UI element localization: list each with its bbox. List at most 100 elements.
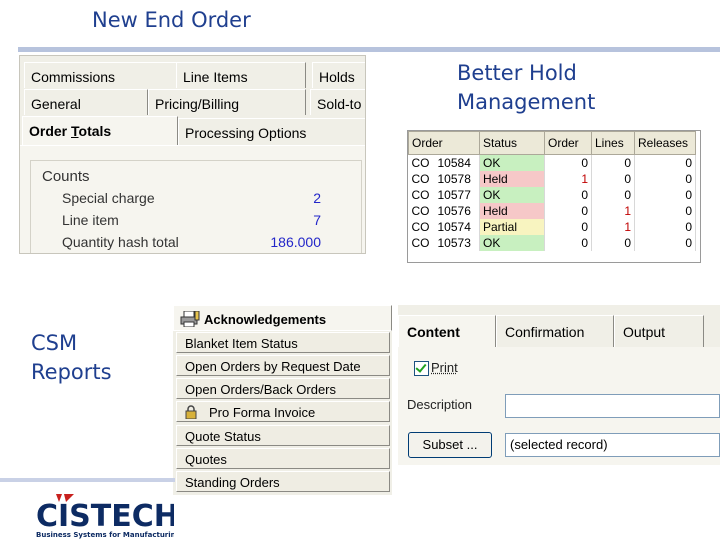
- order-number: 10584: [437, 156, 471, 170]
- hold-caption: Better Hold Management: [457, 59, 595, 117]
- report-item-quotes[interactable]: Quotes: [176, 448, 390, 469]
- report-item-blanket-item-status[interactable]: Blanket Item Status: [176, 332, 390, 353]
- count-value-special-charge: 2: [313, 190, 321, 206]
- printer-icon: [180, 310, 200, 330]
- hold-row[interactable]: CO 10584 OK 0 0 0: [408, 154, 696, 171]
- order-number-cell: CO 10573: [408, 235, 480, 251]
- lines-hold-cell: 1: [591, 203, 635, 219]
- status-cell: OK: [479, 235, 545, 251]
- hold-row[interactable]: CO 10576 Held 0 1 0: [408, 203, 696, 219]
- order-number-cell: CO 10584: [408, 154, 480, 171]
- hold-row[interactable]: CO 10574 Partial 0 1 0: [408, 219, 696, 235]
- lines-hold-cell: 1: [591, 219, 635, 235]
- logo-band: [0, 478, 175, 482]
- acknowledgements-header[interactable]: Acknowledgements: [173, 305, 392, 331]
- subset-field[interactable]: (selected record): [505, 433, 720, 457]
- status-cell: Held: [479, 171, 545, 187]
- hold-caption-line2: Management: [457, 90, 596, 114]
- tab-line-items[interactable]: Line Items: [176, 62, 306, 88]
- order-company-code: CO: [411, 204, 430, 218]
- order-hold-cell: 0: [544, 235, 592, 251]
- report-item-open-orders-request-date[interactable]: Open Orders by Request Date: [176, 355, 390, 376]
- tab-confirmation[interactable]: Confirmation: [496, 315, 614, 347]
- status-cell: OK: [479, 154, 545, 171]
- company-logo: CISTECH Business Systems for Manufacturi…: [36, 492, 174, 540]
- order-hold-cell: 0: [544, 154, 592, 171]
- order-company-code: CO: [411, 172, 430, 186]
- tab-general[interactable]: General: [24, 89, 148, 115]
- tab-holds[interactable]: Holds: [312, 62, 365, 88]
- count-label-line-item: Line item: [62, 212, 119, 228]
- description-label: Description: [407, 397, 473, 412]
- report-list-panel: Acknowledgements Blanket Item Status Ope…: [173, 305, 392, 495]
- order-number-cell: CO 10578: [408, 171, 480, 187]
- tab-commissions[interactable]: Commissions: [24, 62, 194, 88]
- status-cell: Partial: [479, 219, 545, 235]
- slide-title: New End Order: [92, 8, 251, 32]
- logo-wordmark: CISTECH: [36, 499, 174, 534]
- tab-content[interactable]: Content: [398, 315, 496, 347]
- order-company-code: CO: [411, 236, 430, 250]
- count-value-line-item: 7: [313, 212, 321, 228]
- order-company-code: CO: [411, 156, 430, 170]
- hold-row[interactable]: CO 10573 OK 0 0 0: [408, 235, 696, 251]
- counts-title: Counts: [42, 168, 90, 185]
- lines-hold-cell: 0: [591, 235, 635, 251]
- report-item-pro-forma-invoice[interactable]: Pro Forma Invoice: [176, 401, 390, 422]
- hold-row[interactable]: CO 10577 OK 0 0 0: [408, 187, 696, 203]
- report-options-panel: Content Confirmation Output Print Descri…: [398, 305, 720, 465]
- hold-grid: Order Status Order Lines Releases CO 1058…: [407, 130, 701, 263]
- order-company-code: CO: [411, 220, 430, 234]
- count-label-special-charge: Special charge: [62, 190, 155, 206]
- order-hold-cell: 1: [544, 171, 592, 187]
- releases-hold-cell: 0: [634, 171, 696, 187]
- tab-order-totals[interactable]: Order Totals: [22, 116, 178, 146]
- print-checkbox[interactable]: [414, 361, 429, 376]
- col-order[interactable]: Order: [408, 131, 480, 155]
- order-hold-cell: 0: [544, 219, 592, 235]
- report-item-label: Pro Forma Invoice: [209, 405, 316, 420]
- order-number: 10574: [437, 220, 471, 234]
- releases-hold-cell: 0: [634, 154, 696, 171]
- tab-pricing-billing[interactable]: Pricing/Billing: [148, 89, 306, 115]
- reports-caption-line2: Reports: [31, 360, 112, 384]
- releases-hold-cell: 0: [634, 187, 696, 203]
- report-item-standing-orders[interactable]: Standing Orders: [176, 471, 390, 492]
- order-number-cell: CO 10576: [408, 203, 480, 219]
- title-rule: [18, 47, 720, 52]
- order-hold-cell: 0: [544, 187, 592, 203]
- order-number: 10576: [437, 204, 471, 218]
- order-number: 10578: [437, 172, 471, 186]
- releases-hold-cell: 0: [634, 203, 696, 219]
- count-value-quantity-hash: 186.000: [270, 234, 321, 250]
- col-order-hold[interactable]: Order: [544, 131, 592, 155]
- report-item-open-orders-back-orders[interactable]: Open Orders/Back Orders: [176, 378, 390, 399]
- status-cell: OK: [479, 187, 545, 203]
- order-number: 10577: [437, 188, 471, 202]
- description-field[interactable]: [505, 394, 720, 418]
- hold-row[interactable]: CO 10578 Held 1 0 0: [408, 171, 696, 187]
- hold-table: Order Status Order Lines Releases CO 1058…: [408, 131, 696, 251]
- order-number-cell: CO 10577: [408, 187, 480, 203]
- tab-sold-to[interactable]: Sold-to: [310, 89, 365, 115]
- tab-processing-options[interactable]: Processing Options: [178, 118, 365, 146]
- hold-table-body: CO 10584 OK 0 0 0 CO 10578 Held 1 0 0 CO 10577 OK 0 0 0 CO…: [408, 154, 696, 251]
- releases-hold-cell: 0: [634, 219, 696, 235]
- logo-tagline: Business Systems for Manufacturing: [36, 531, 174, 539]
- reports-caption-line1: CSM: [31, 331, 78, 355]
- order-number-cell: CO 10574: [408, 219, 480, 235]
- order-hold-cell: 0: [544, 203, 592, 219]
- lines-hold-cell: 0: [591, 187, 635, 203]
- print-label: Print: [431, 360, 458, 375]
- col-releases[interactable]: Releases: [634, 131, 696, 155]
- tab-output[interactable]: Output: [614, 315, 704, 347]
- col-status[interactable]: Status: [479, 131, 545, 155]
- content-tab-body: Print Description Subset ... (selected r…: [398, 347, 720, 465]
- lines-hold-cell: 0: [591, 154, 635, 171]
- hold-caption-line1: Better Hold: [457, 61, 577, 85]
- order-totals-window: Commissions Line Items Holds General Pri…: [19, 55, 366, 254]
- report-item-quote-status[interactable]: Quote Status: [176, 425, 390, 446]
- order-number: 10573: [437, 236, 471, 250]
- subset-button[interactable]: Subset ...: [408, 432, 492, 458]
- col-lines[interactable]: Lines: [591, 131, 635, 155]
